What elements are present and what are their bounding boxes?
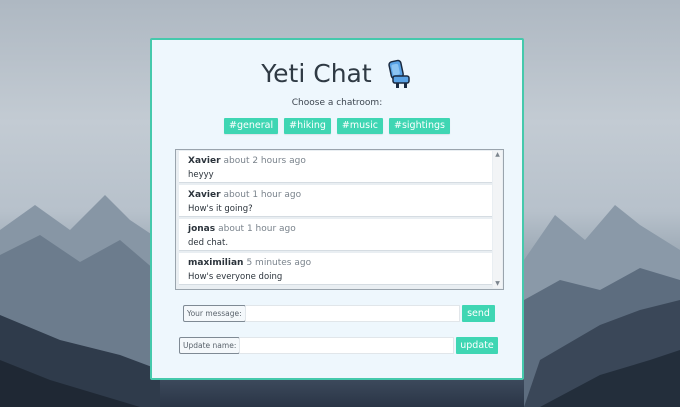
room-button-hiking[interactable]: #hiking xyxy=(284,118,331,134)
chatroom-list: #general #hiking #music #sightings xyxy=(152,118,522,134)
chat-card: Yeti Chat Choose a chatroom: #general #h… xyxy=(150,38,524,380)
message-item: jonas about 1 hour ago ded chat. xyxy=(179,219,492,251)
message-author: maximilian xyxy=(188,258,244,268)
name-input-label: Update name: xyxy=(179,337,241,354)
message-input[interactable] xyxy=(245,305,460,322)
name-input[interactable] xyxy=(239,337,454,354)
message-list[interactable]: Xavier about 2 hours ago heyyy Xavier abou… xyxy=(175,149,504,290)
message-text: heyyy xyxy=(188,170,214,180)
update-button[interactable]: update xyxy=(456,337,498,354)
message-input-label: Your message: xyxy=(183,305,246,322)
page-title: Yeti Chat xyxy=(261,59,372,88)
message-author: jonas xyxy=(188,224,216,234)
message-timestamp: 5 minutes ago xyxy=(246,258,312,268)
message-timestamp: about 2 hours ago xyxy=(223,156,306,166)
message-timestamp: about 1 hour ago xyxy=(223,190,302,200)
message-list-scrollbar[interactable]: ▲ ▼ xyxy=(493,151,502,288)
message-item: Xavier about 2 hours ago heyyy xyxy=(179,151,492,183)
message-author: Xavier xyxy=(188,190,221,200)
chevron-up-icon[interactable]: ▲ xyxy=(494,151,501,159)
message-text: How's everyone doing xyxy=(188,272,283,282)
message-item: maximilian 5 minutes ago How's everyone d… xyxy=(179,253,492,285)
room-button-general[interactable]: #general xyxy=(224,118,279,134)
title-row: Yeti Chat xyxy=(152,56,522,94)
chevron-down-icon[interactable]: ▼ xyxy=(494,280,501,288)
message-author: Xavier xyxy=(188,156,221,166)
room-button-sightings[interactable]: #sightings xyxy=(388,118,450,134)
chatroom-prompt: Choose a chatroom: xyxy=(291,98,383,108)
message-text: ded chat. xyxy=(188,238,229,248)
room-button-music[interactable]: #music xyxy=(336,118,383,134)
send-button[interactable]: send xyxy=(462,305,495,322)
message-text: How's it going? xyxy=(188,204,253,214)
chair-icon xyxy=(388,59,410,88)
name-form: Update name: update xyxy=(179,337,499,354)
message-timestamp: about 1 hour ago xyxy=(218,224,296,234)
message-item: Xavier about 1 hour ago How's it going? xyxy=(179,185,492,217)
message-form: Your message: send xyxy=(183,305,496,322)
